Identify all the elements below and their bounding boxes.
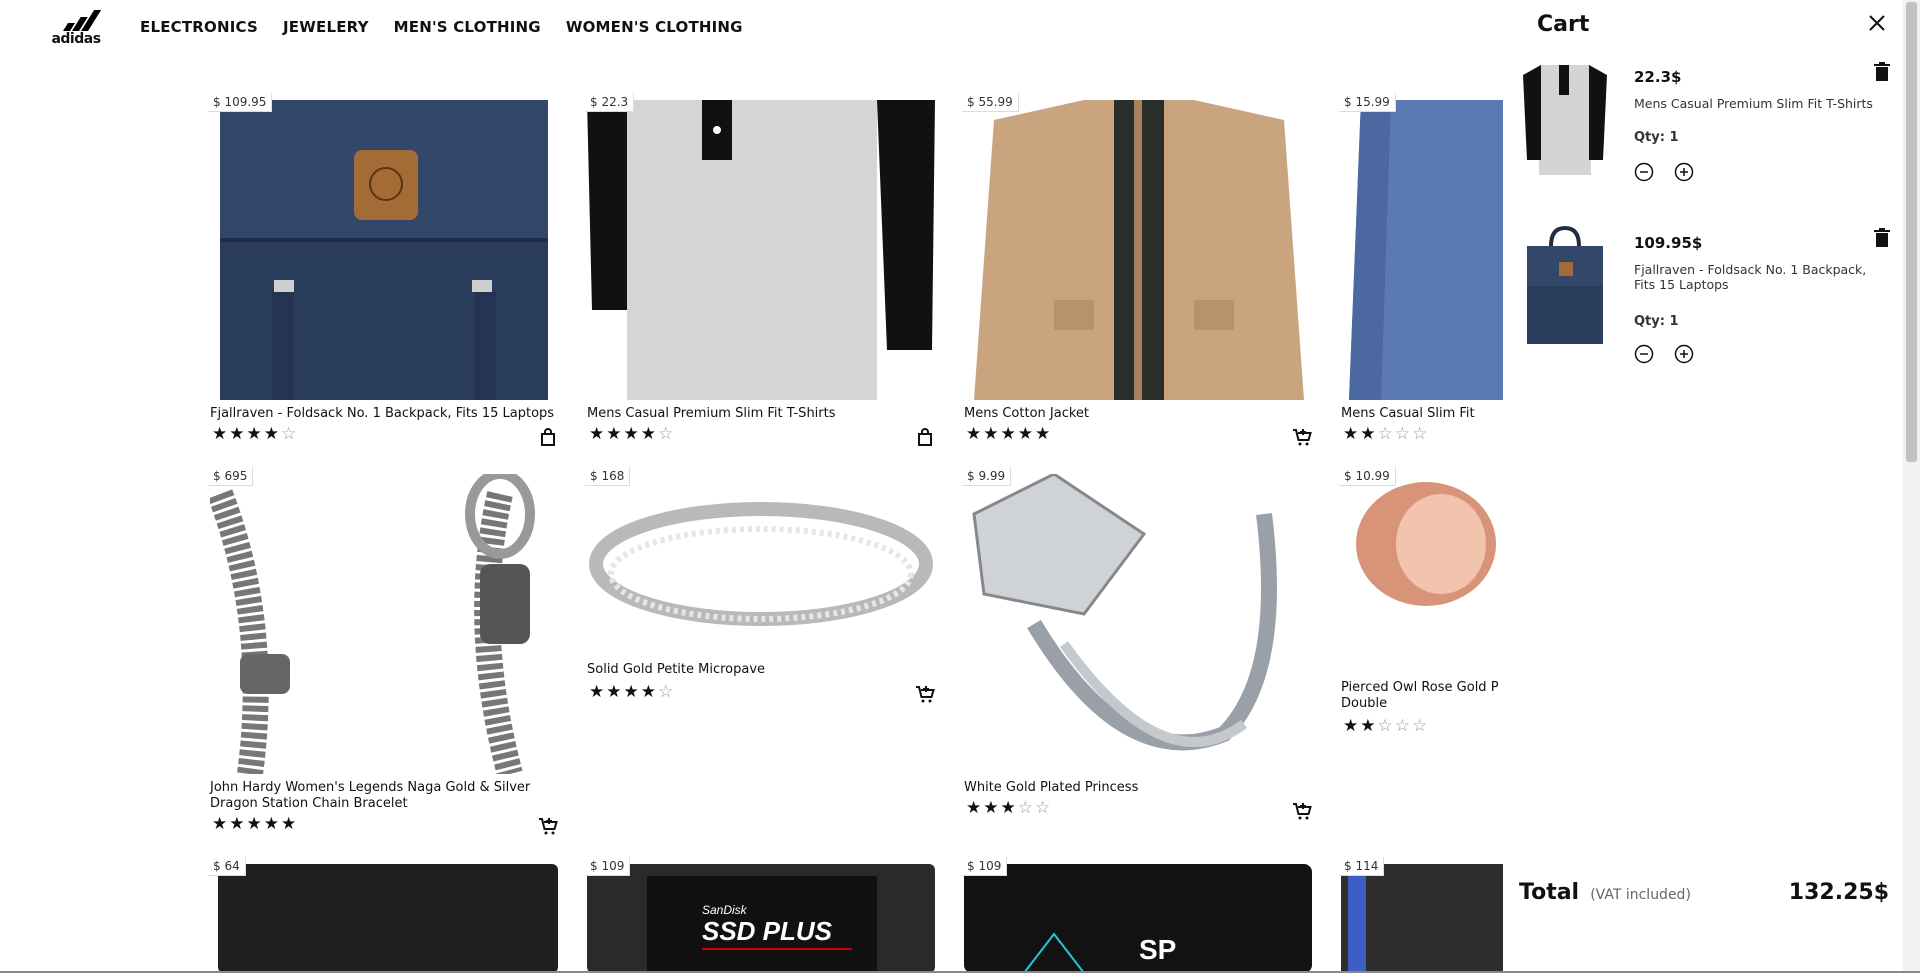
product-image-bracelet[interactable] xyxy=(210,474,558,774)
cart-item-image xyxy=(1521,225,1609,346)
product-image-jacket[interactable] xyxy=(964,100,1312,400)
bag-icon[interactable] xyxy=(538,427,558,447)
star-icon: ★★★ xyxy=(966,798,1018,818)
rating-stars: ★★★★★ xyxy=(212,814,298,834)
rating-stars: ★★☆☆☆ xyxy=(1343,716,1429,736)
product-title[interactable]: Mens Cotton Jacket xyxy=(964,406,1314,422)
cart-item-qty: Qty: 1 xyxy=(1634,130,1679,145)
nav-electronics[interactable]: ELECTRONICS xyxy=(140,18,258,36)
product-title[interactable]: Solid Gold Petite Micropave xyxy=(587,662,937,678)
product-price: $ 22.3 xyxy=(585,93,635,112)
total-amount: 132.25$ xyxy=(1788,880,1889,905)
cart-item: 22.3$ Mens Casual Premium Slim Fit T-Shi… xyxy=(1521,60,1901,200)
product-title[interactable]: Mens Casual Slim Fit xyxy=(1341,406,1503,422)
product-image-rose-gold-plug[interactable] xyxy=(1341,474,1503,614)
star-icon: ★★★★ xyxy=(212,424,281,444)
product-image-ring[interactable] xyxy=(587,474,935,654)
product-title[interactable]: John Hardy Women's Legends Naga Gold & S… xyxy=(210,780,560,812)
total-label: Total xyxy=(1519,880,1580,905)
cart-item-name: Fjallraven - Foldsack No. 1 Backpack, Fi… xyxy=(1634,262,1867,292)
star-empty-icon: ☆☆ xyxy=(1017,798,1053,818)
increase-qty-icon[interactable] xyxy=(1674,162,1694,182)
product-price: $ 15.99 xyxy=(1339,93,1396,112)
cart-total: Total (VAT included) 132.25$ xyxy=(1519,880,1889,905)
cart-item-price: 22.3$ xyxy=(1634,68,1682,86)
adidas-logo[interactable]: adidas xyxy=(47,7,105,47)
product-price: $ 168 xyxy=(585,467,631,486)
rating-stars: ★★★★☆ xyxy=(212,424,298,444)
cart-item-price: 109.95$ xyxy=(1634,234,1703,252)
star-empty-icon: ☆ xyxy=(657,424,676,444)
product-price: $ 109 xyxy=(962,857,1008,876)
star-empty-icon: ☆ xyxy=(280,424,299,444)
sp-logo-text: SP xyxy=(1139,934,1176,965)
brand-name: adidas xyxy=(51,31,101,47)
star-icon: ★★ xyxy=(1343,424,1378,444)
star-icon: ★★★★ xyxy=(589,682,658,702)
product-price: $ 64 xyxy=(208,857,246,876)
product-grid: adidas ELECTRONICS JEWELERY MEN'S CLOTHI… xyxy=(0,0,1503,973)
product-image-monitor[interactable] xyxy=(1341,864,1503,973)
nav-womens-clothing[interactable]: WOMEN'S CLOTHING xyxy=(566,18,743,36)
star-empty-icon: ☆☆☆ xyxy=(1377,716,1430,736)
product-image-shirt[interactable] xyxy=(1341,100,1503,400)
product-price: $ 695 xyxy=(208,467,254,486)
product-price: $ 10.99 xyxy=(1339,467,1396,486)
product-title[interactable]: Mens Casual Premium Slim Fit T-Shirts xyxy=(587,406,937,422)
product-image-sp-drive[interactable]: SP xyxy=(964,864,1312,973)
rating-stars: ★★★★☆ xyxy=(589,424,675,444)
product-price: $ 9.99 xyxy=(962,467,1012,486)
ssd-brand-text: SanDisk xyxy=(702,903,748,917)
scrollbar[interactable] xyxy=(1903,0,1920,973)
star-icon: ★★★★★ xyxy=(212,814,299,834)
close-icon[interactable] xyxy=(1866,12,1888,34)
star-empty-icon: ☆ xyxy=(657,682,676,702)
vat-note: (VAT included) xyxy=(1590,887,1691,903)
decrease-qty-icon[interactable] xyxy=(1634,162,1654,182)
cart-title: Cart xyxy=(1537,12,1590,37)
trash-icon[interactable] xyxy=(1873,228,1891,248)
category-nav: ELECTRONICS JEWELERY MEN'S CLOTHING WOME… xyxy=(140,18,743,36)
cart-drawer: Cart 22.3$ Mens Casual Premium Slim Fit … xyxy=(1503,0,1903,973)
product-title[interactable]: White Gold Plated Princess xyxy=(964,780,1314,796)
product-price: $ 114 xyxy=(1339,857,1385,876)
increase-qty-icon[interactable] xyxy=(1674,344,1694,364)
ssd-model-text: SSD PLUS xyxy=(702,916,833,946)
cart-item-name: Mens Casual Premium Slim Fit T-Shirts xyxy=(1634,96,1873,111)
bag-icon[interactable] xyxy=(915,427,935,447)
product-price: $ 55.99 xyxy=(962,93,1019,112)
trash-icon[interactable] xyxy=(1873,62,1891,82)
rating-stars: ★★☆☆☆ xyxy=(1343,424,1429,444)
star-icon: ★★★★★ xyxy=(966,424,1053,444)
rating-stars: ★★★★☆ xyxy=(589,682,675,702)
star-empty-icon: ☆☆☆ xyxy=(1377,424,1430,444)
product-title[interactable]: Pierced Owl Rose Gold P Double xyxy=(1341,680,1503,712)
cart-item: 109.95$ Fjallraven - Foldsack No. 1 Back… xyxy=(1521,225,1901,366)
product-image-princess-ring[interactable] xyxy=(964,474,1312,774)
decrease-qty-icon[interactable] xyxy=(1634,344,1654,364)
scrollbar-thumb[interactable] xyxy=(1906,2,1917,462)
cart-item-image xyxy=(1521,60,1609,180)
rating-stars: ★★★☆☆ xyxy=(966,798,1052,818)
add-to-cart-icon[interactable] xyxy=(1292,427,1312,447)
product-title[interactable]: Fjallraven - Foldsack No. 1 Backpack, Fi… xyxy=(210,406,560,422)
add-to-cart-icon[interactable] xyxy=(538,816,558,836)
product-image-tshirt[interactable] xyxy=(587,100,935,400)
nav-mens-clothing[interactable]: MEN'S CLOTHING xyxy=(394,18,541,36)
nav-jewelery[interactable]: JEWELERY xyxy=(283,18,369,36)
product-image-backpack[interactable] xyxy=(210,100,558,400)
star-icon: ★★ xyxy=(1343,716,1378,736)
product-price: $ 109.95 xyxy=(208,93,273,112)
add-to-cart-icon[interactable] xyxy=(1292,801,1312,821)
rating-stars: ★★★★★ xyxy=(966,424,1052,444)
add-to-cart-icon[interactable] xyxy=(915,684,935,704)
product-price: $ 109 xyxy=(585,857,631,876)
product-image-hard-drive[interactable] xyxy=(210,864,558,973)
star-icon: ★★★★ xyxy=(589,424,658,444)
product-image-ssd[interactable]: SanDisk SSD PLUS xyxy=(587,864,935,973)
cart-item-qty: Qty: 1 xyxy=(1634,314,1679,329)
